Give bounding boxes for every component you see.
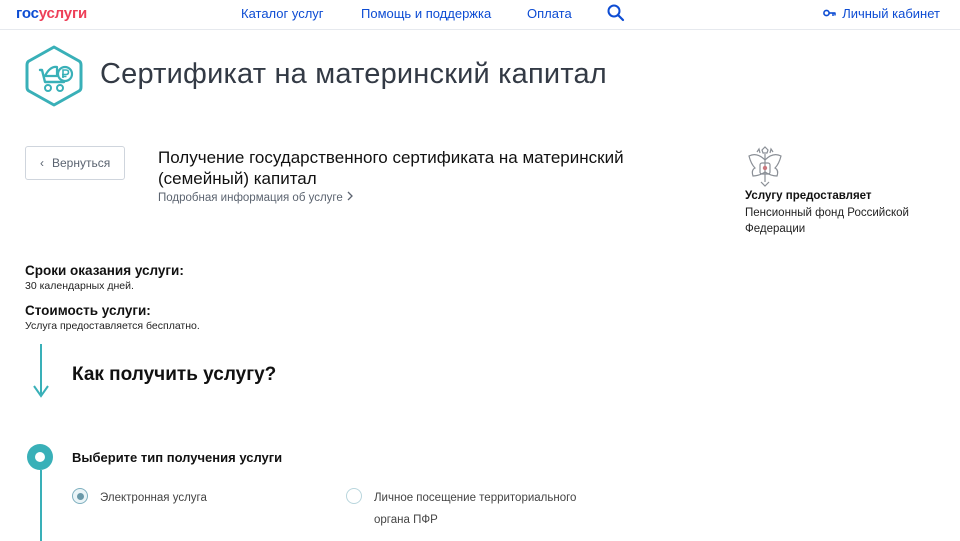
page-title: Сертификат на материнский капитал	[100, 58, 607, 90]
terms-value: 30 календарных дней.	[25, 280, 134, 292]
radio-electronic-label: Электронная услуга	[100, 492, 207, 504]
key-icon	[823, 6, 836, 21]
chevron-left-icon: ‹	[40, 156, 44, 170]
service-details-link[interactable]: Подробная информация об услуге	[158, 191, 353, 204]
nav-catalog[interactable]: Каталог услуг	[241, 6, 324, 21]
gosuslugi-logo[interactable]: госуслуги	[16, 5, 87, 22]
cost-title: Стоимость услуги:	[25, 303, 151, 318]
radio-unselected-icon[interactable]	[346, 488, 362, 504]
russian-coat-of-arms-icon	[745, 146, 785, 188]
provider-label: Услугу предоставляет	[745, 190, 872, 202]
nav-help[interactable]: Помощь и поддержка	[361, 6, 491, 21]
timeline-line-bottom	[40, 470, 42, 541]
step-indicator	[27, 444, 53, 470]
back-button[interactable]: ‹ Вернуться	[25, 146, 125, 180]
terms-title: Сроки оказания услуги:	[25, 263, 184, 278]
baby-stroller-ruble-icon	[24, 44, 84, 108]
service-title: Получение государственного сертификата н…	[158, 148, 624, 188]
radio-electronic-service[interactable]: Электронная услуга	[72, 487, 207, 509]
how-to-get-title: Как получить услугу?	[72, 364, 277, 385]
nav-payment[interactable]: Оплата	[527, 6, 572, 21]
chevron-right-icon	[347, 191, 353, 204]
radio-personal-visit-label: Личное посещение территориального органа…	[374, 492, 577, 526]
provider-name: Пенсионный фонд Российской Федерации	[745, 207, 909, 235]
step-title: Выберите тип получения услуги	[72, 450, 283, 465]
search-icon[interactable]	[606, 3, 626, 23]
cost-value: Услуга предоставляется бесплатно.	[25, 320, 200, 332]
personal-account-label: Личный кабинет	[842, 6, 940, 21]
radio-selected-icon[interactable]	[72, 488, 88, 504]
personal-account-link[interactable]: Личный кабинет	[823, 6, 940, 21]
back-button-label: Вернуться	[52, 156, 111, 170]
arrow-down-icon	[33, 384, 49, 398]
service-details-label: Подробная информация об услуге	[158, 191, 343, 204]
top-bar: госуслуги Каталог услуг Помощь и поддерж…	[0, 0, 960, 30]
radio-personal-visit[interactable]: Личное посещение территориального органа…	[346, 487, 596, 531]
